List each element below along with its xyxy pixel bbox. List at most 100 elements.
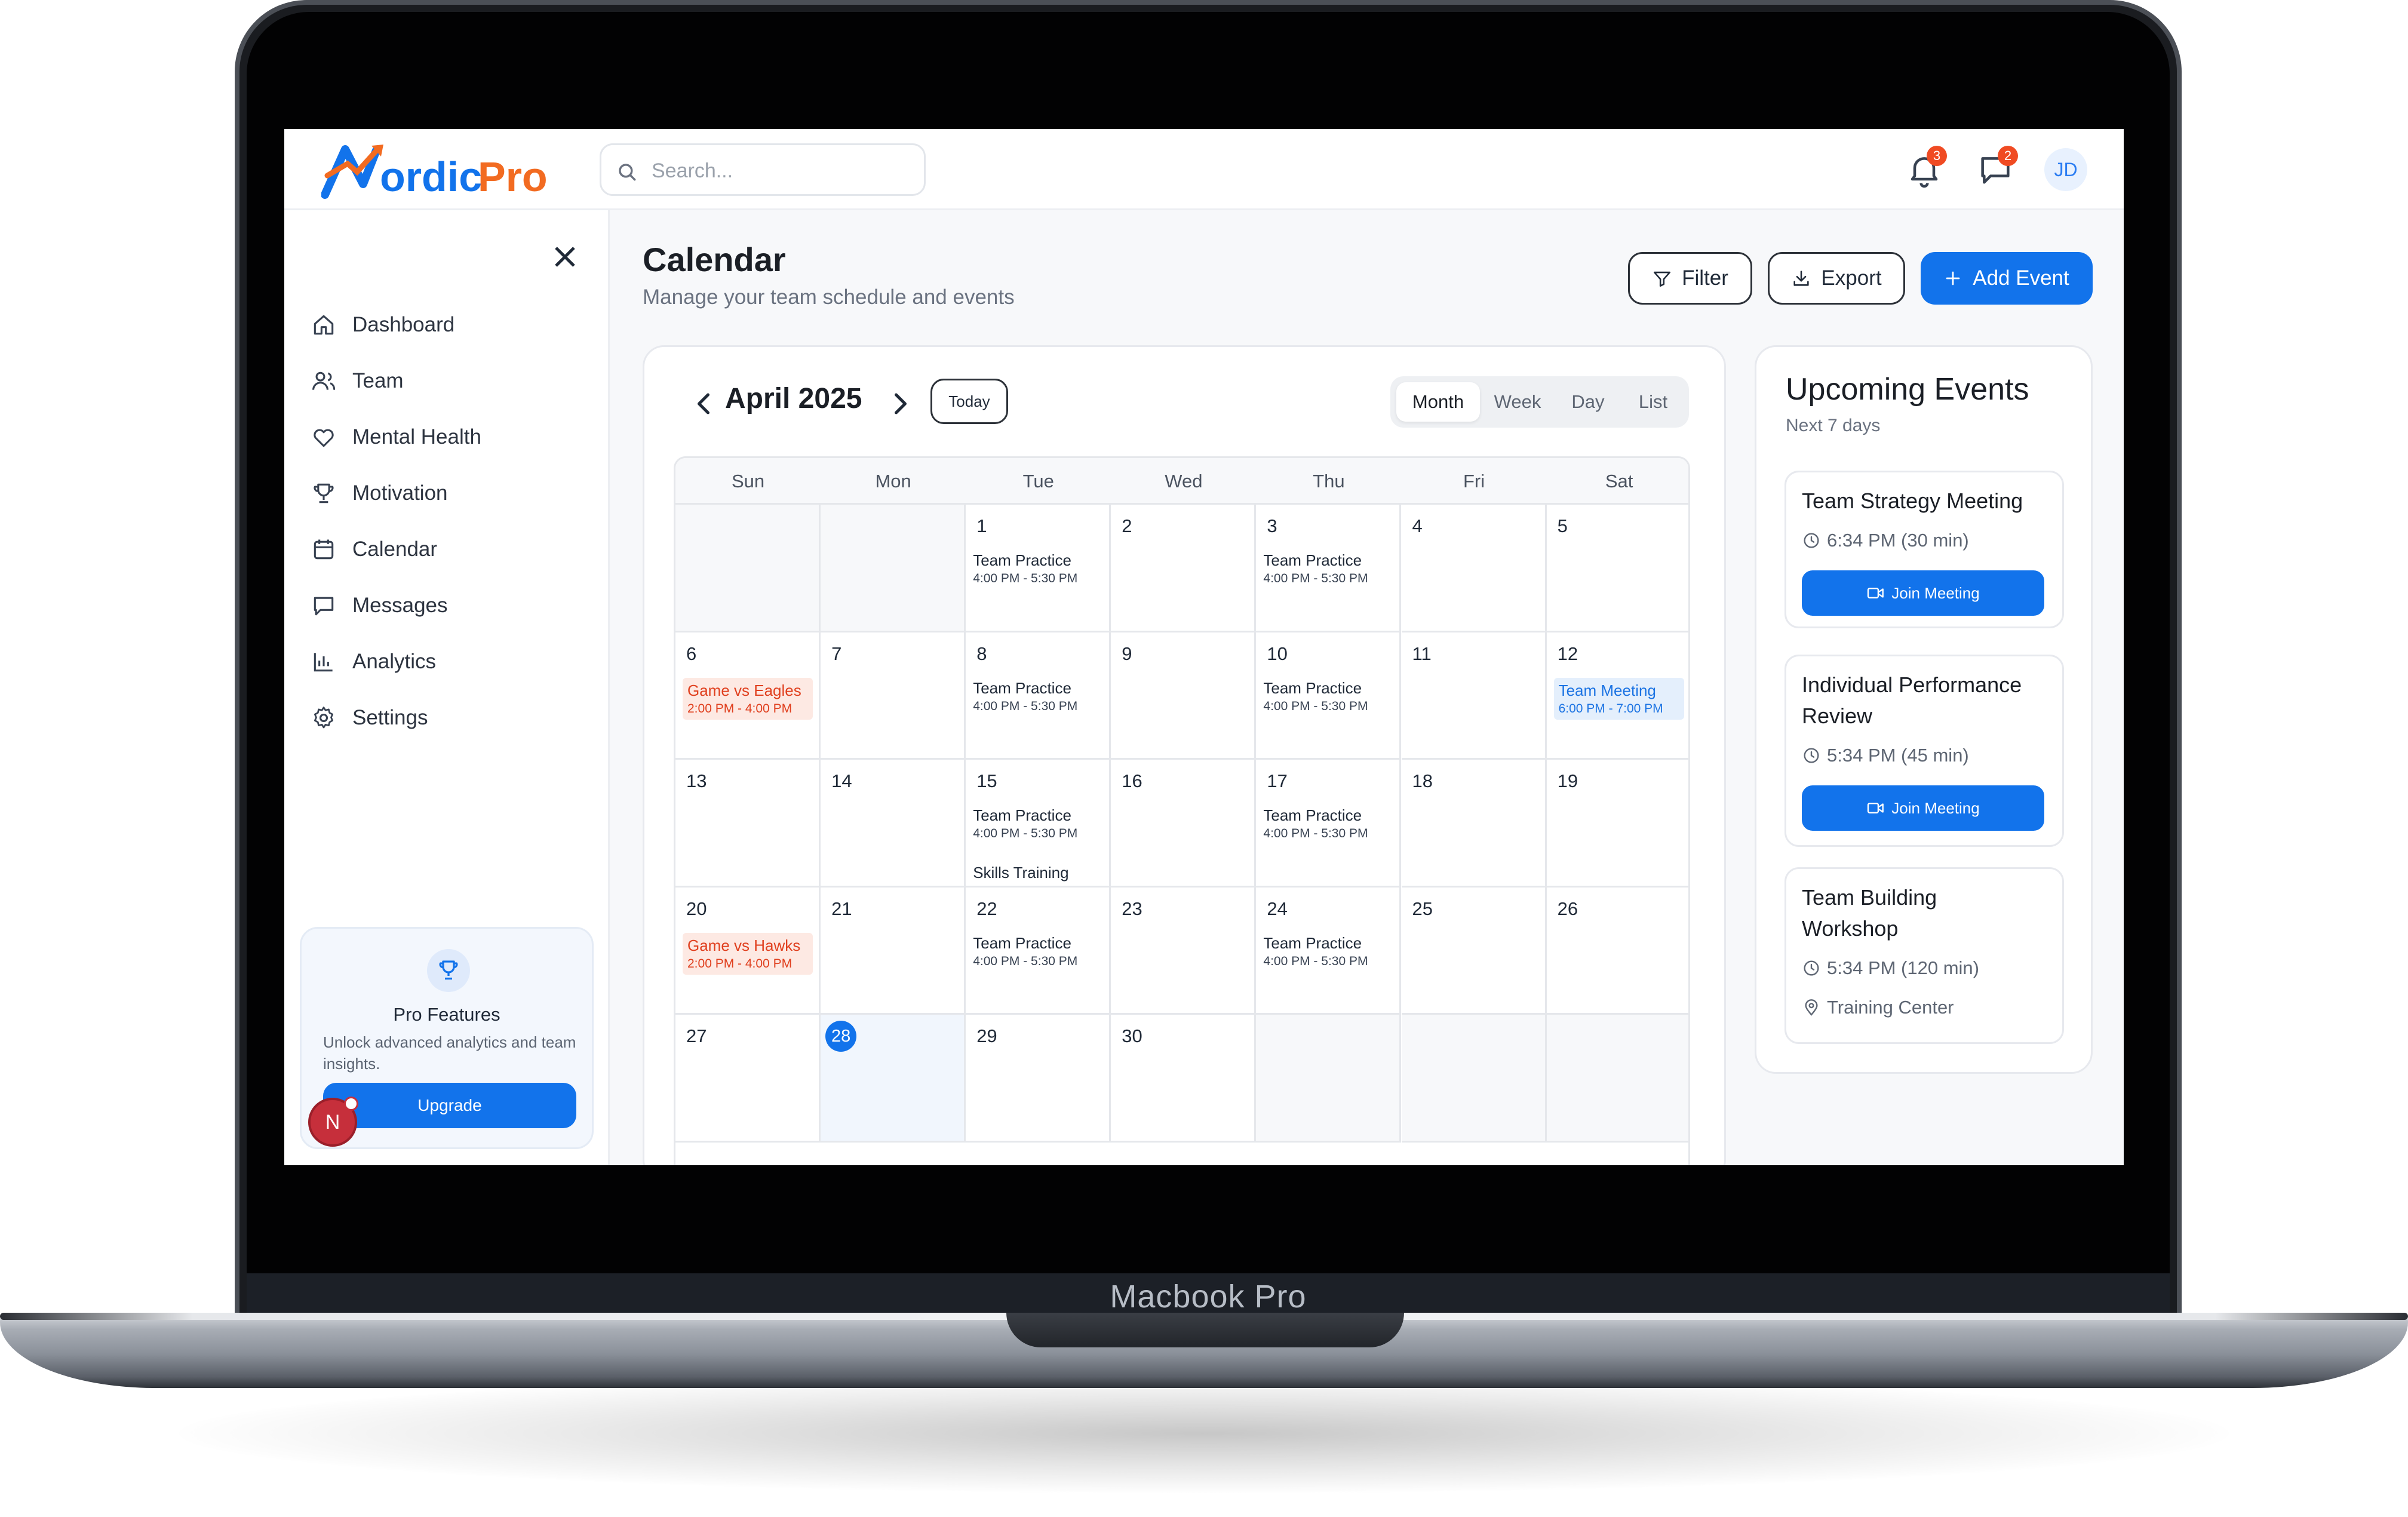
calendar-event[interactable]: Team Practice 4:00 PM - 5:30 PM [973, 550, 1103, 587]
calendar-event[interactable]: Game vs Hawks 2:00 PM - 4:00 PM [683, 932, 813, 975]
calendar-day-cell[interactable]: 27 [675, 1015, 821, 1143]
top-bar: ordic Pro 3 2 JD [284, 129, 2124, 210]
sidebar-item-dashboard[interactable]: Dashboard [311, 301, 579, 349]
upcoming-events-subtitle: Next 7 days [1786, 416, 1881, 435]
calendar-day-cell[interactable]: 4 [1401, 505, 1547, 632]
calendar-day-cell[interactable]: 5 [1546, 505, 1688, 632]
calendar-day-cell[interactable]: 22 Team Practice 4:00 PM - 5:30 PM [966, 887, 1111, 1015]
sidebar-item-mental-health[interactable]: Mental Health [311, 413, 579, 461]
calendar-event[interactable]: Team Practice 4:00 PM - 5:30 PM [1263, 550, 1393, 587]
weekday-header: Sun Mon Tue Wed Thu Fri Sat [675, 458, 1688, 505]
sidebar-item-settings[interactable]: Settings [311, 694, 579, 742]
today-button[interactable]: Today [930, 379, 1008, 424]
calendar-day-cell[interactable]: 9 [1111, 632, 1257, 760]
next-month-chevron-icon[interactable] [883, 386, 919, 422]
calendar-day-cell[interactable]: 21 [821, 887, 966, 1015]
upcoming-event-card[interactable]: Team Building Workshop 5:34 PM (120 min)… [1784, 867, 2064, 1044]
calendar-event[interactable]: Team Practice 4:00 PM - 5:30 PM [973, 933, 1103, 970]
sidebar-item-motivation[interactable]: Motivation [311, 469, 579, 517]
calendar-day-cell[interactable]: 2 [1111, 505, 1257, 632]
upcoming-event-card[interactable]: Individual Performance Review 5:34 PM (4… [1784, 655, 2064, 847]
sidebar-item-calendar[interactable]: Calendar [311, 526, 579, 573]
date-number: 4 [1412, 515, 1423, 536]
date-number: 15 [976, 770, 997, 792]
search-box[interactable] [600, 143, 926, 196]
sidebar-item-label: Mental Health [352, 425, 481, 449]
calendar-day-cell[interactable]: 23 [1111, 887, 1257, 1015]
date-number: 22 [976, 898, 997, 919]
calendar-day-cell[interactable]: 25 [1401, 887, 1547, 1015]
calendar-day-cell[interactable] [675, 505, 821, 632]
calendar-day-cell[interactable]: 19 [1546, 760, 1688, 888]
calendar-event[interactable]: Team Practice 4:00 PM - 5:30 PM [1263, 933, 1393, 970]
heart-icon [314, 429, 334, 447]
calendar-day-cell[interactable]: 18 [1401, 760, 1547, 888]
calendar-day-cell[interactable]: 11 [1401, 632, 1547, 760]
view-switcher: Month Week Day List [1390, 376, 1689, 428]
calendar-event[interactable]: Game vs Eagles 2:00 PM - 4:00 PM [683, 677, 813, 720]
join-meeting-button[interactable]: Join Meeting [1802, 570, 2044, 616]
upgrade-button[interactable]: Upgrade [323, 1083, 576, 1128]
calendar-day-cell[interactable]: 16 [1111, 760, 1257, 888]
event-time: 5:34 PM (120 min) [1802, 957, 1979, 979]
laptop-shadow [179, 1374, 2229, 1493]
calendar-day-cell[interactable] [1401, 1015, 1547, 1143]
tab-month[interactable]: Month [1396, 382, 1480, 422]
calendar-event[interactable]: Team Practice 4:00 PM - 5:30 PM [1263, 678, 1393, 715]
date-number: 5 [1557, 515, 1568, 536]
close-sidebar-icon[interactable] [547, 239, 583, 275]
date-number: 21 [831, 898, 852, 919]
calendar-day-cell[interactable]: 3 Team Practice 4:00 PM - 5:30 PM [1256, 505, 1402, 632]
add-event-button[interactable]: Add Event [1921, 252, 2093, 305]
calendar-event[interactable]: Team Meeting 6:00 PM - 7:00 PM [1553, 677, 1684, 720]
calendar-day-cell[interactable]: 13 [675, 760, 821, 888]
sidebar-item-team[interactable]: Team [311, 357, 579, 405]
messages-button[interactable]: 2 [1976, 146, 2018, 189]
calendar-day-cell[interactable]: 17 Team Practice 4:00 PM - 5:30 PM [1256, 760, 1402, 888]
calendar-day-cell[interactable]: 29 [966, 1015, 1111, 1143]
svg-text:ordic: ordic [380, 153, 482, 199]
prev-month-chevron-icon[interactable] [686, 386, 721, 422]
event-title: Team Practice [973, 678, 1071, 697]
tab-day[interactable]: Day [1555, 382, 1621, 422]
sidebar-item-messages[interactable]: Messages [311, 582, 579, 629]
user-avatar[interactable]: JD [2044, 148, 2087, 191]
users-icon [312, 371, 336, 390]
calendar-day-cell[interactable]: 8 Team Practice 4:00 PM - 5:30 PM [966, 632, 1111, 760]
search-input[interactable] [652, 156, 908, 186]
calendar-day-cell[interactable]: 10 Team Practice 4:00 PM - 5:30 PM [1256, 632, 1402, 760]
calendar-day-cell[interactable]: 26 [1546, 888, 1688, 1015]
export-button[interactable]: Export [1768, 252, 1905, 305]
calendar-day-cell[interactable]: 24 Team Practice 4:00 PM - 5:30 PM [1256, 887, 1402, 1015]
sidebar-item-analytics[interactable]: Analytics [311, 638, 579, 686]
calendar-day-cell[interactable] [1256, 1015, 1402, 1143]
nordicpro-logo[interactable]: ordic Pro [321, 140, 560, 199]
calendar-day-cell[interactable]: 15 Team Practice 4:00 PM - 5:30 PM Skills T… [966, 760, 1111, 888]
event-time-range: 6:00 PM - 7:00 PM [1558, 701, 1663, 715]
calendar-day-cell[interactable]: 6 Game vs Eagles 2:00 PM - 4:00 PM [675, 632, 821, 760]
clock-icon [1804, 960, 1819, 976]
calendar-day-cell[interactable] [1546, 1015, 1688, 1143]
calendar-day-cell[interactable]: 12 Team Meeting 6:00 PM - 7:00 PM [1546, 632, 1688, 760]
calendar-event[interactable]: Team Practice 4:00 PM - 5:30 PM [973, 805, 1103, 842]
event-title: Team Practice [1263, 678, 1362, 697]
calendar-event[interactable]: Team Practice 4:00 PM - 5:30 PM [973, 678, 1103, 715]
calendar-day-cell[interactable]: 28 [821, 1015, 966, 1143]
calendar-event[interactable]: Team Practice 4:00 PM - 5:30 PM [1263, 805, 1393, 842]
date-number: 8 [976, 643, 987, 664]
upcoming-event-card[interactable]: Team Strategy Meeting 6:34 PM (30 min) J… [1784, 471, 2064, 628]
tab-list[interactable]: List [1622, 382, 1684, 422]
event-title: Team Meeting [1558, 681, 1656, 699]
calendar-day-cell[interactable]: 14 [821, 760, 966, 888]
calendar-day-cell[interactable]: 30 [1111, 1015, 1257, 1143]
calendar-day-cell[interactable]: 20 Game vs Hawks 2:00 PM - 4:00 PM [675, 887, 821, 1015]
filter-button[interactable]: Filter [1628, 252, 1752, 305]
calendar-day-cell[interactable] [821, 505, 966, 632]
tab-week[interactable]: Week [1481, 382, 1554, 422]
calendar-day-cell[interactable]: 7 [821, 632, 966, 760]
join-meeting-button[interactable]: Join Meeting [1802, 785, 2044, 831]
calendar-day-cell[interactable]: 1 Team Practice 4:00 PM - 5:30 PM [966, 505, 1111, 632]
date-number: 6 [686, 643, 697, 664]
calendar-event[interactable]: Skills Training [973, 862, 1103, 883]
notifications-button[interactable]: 3 [1905, 146, 1947, 189]
